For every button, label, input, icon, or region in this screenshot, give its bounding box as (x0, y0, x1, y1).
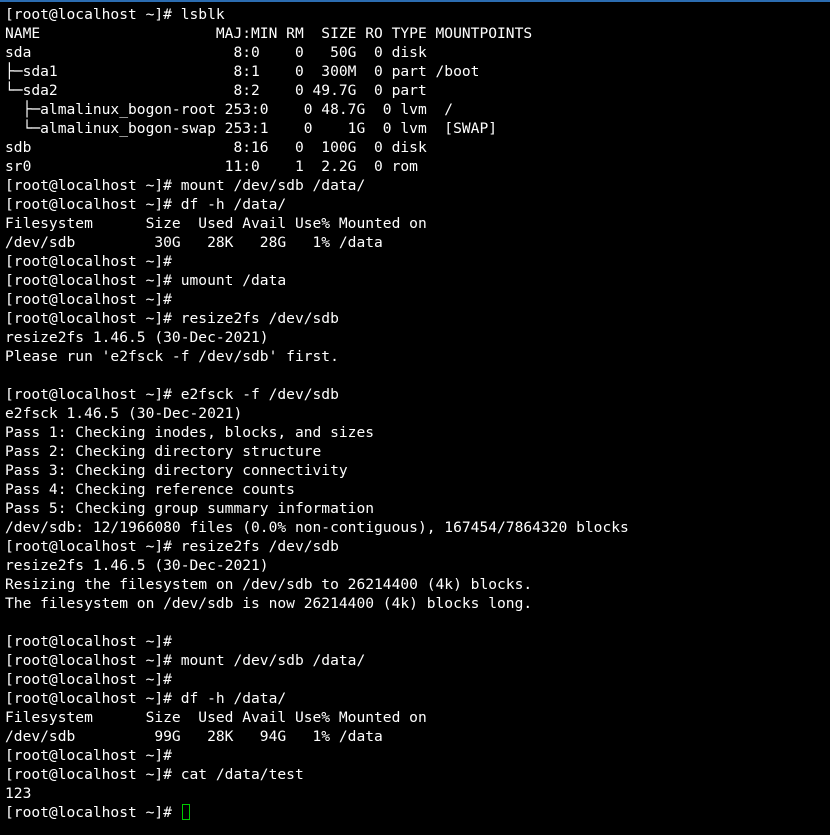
terminal-line: [root@localhost ~]# (5, 747, 172, 764)
terminal-line: Pass 1: Checking inodes, blocks, and siz… (5, 424, 375, 441)
terminal-line: e2fsck 1.46.5 (30-Dec-2021) (5, 405, 243, 422)
terminal-line: ├─sda1 8:1 0 300M 0 part /boot (5, 63, 480, 80)
terminal-line: └─sda2 8:2 0 49.7G 0 part (5, 82, 427, 99)
terminal-line: ├─almalinux_bogon-root 253:0 0 48.7G 0 l… (5, 101, 454, 118)
terminal-line: sdb 8:16 0 100G 0 disk (5, 139, 427, 156)
terminal-line: [root@localhost ~]# umount /data (5, 272, 287, 289)
terminal-line: The filesystem on /dev/sdb is now 262144… (5, 595, 533, 612)
terminal-line: resize2fs 1.46.5 (30-Dec-2021) (5, 329, 269, 346)
terminal-line: NAME MAJ:MIN RM SIZE RO TYPE MOUNTPOINTS (5, 25, 533, 42)
terminal-line: [root@localhost ~]# mount /dev/sdb /data… (5, 177, 366, 194)
terminal-line: Resizing the filesystem on /dev/sdb to 2… (5, 576, 533, 593)
terminal-line: resize2fs 1.46.5 (30-Dec-2021) (5, 557, 269, 574)
terminal-line: [root@localhost ~]# resize2fs /dev/sdb (5, 538, 339, 555)
terminal-line: Pass 5: Checking group summary informati… (5, 500, 375, 517)
terminal-line: [root@localhost ~]# mount /dev/sdb /data… (5, 652, 366, 669)
terminal-line: /dev/sdb 99G 28K 94G 1% /data (5, 728, 383, 745)
terminal-line: [root@localhost ~]# df -h /data/ (5, 196, 287, 213)
terminal-line: Filesystem Size Used Avail Use% Mounted … (5, 215, 427, 232)
window-top-border (0, 0, 830, 2)
terminal-line: sr0 11:0 1 2.2G 0 rom (5, 158, 418, 175)
terminal-line: [root@localhost ~]# cat /data/test (5, 766, 304, 783)
terminal-line: [root@localhost ~]# (5, 291, 172, 308)
prompt-line[interactable]: [root@localhost ~]# (5, 803, 830, 822)
terminal-line: /dev/sdb: 12/1966080 files (0.0% non-con… (5, 519, 629, 536)
terminal-line: Please run 'e2fsck -f /dev/sdb' first. (5, 348, 339, 365)
terminal-line: [root@localhost ~]# lsblk (5, 6, 225, 23)
terminal-line: 123 (5, 785, 32, 802)
terminal-line: [root@localhost ~]# e2fsck -f /dev/sdb (5, 386, 339, 403)
terminal-line: Pass 4: Checking reference counts (5, 481, 295, 498)
terminal-line: Filesystem Size Used Avail Use% Mounted … (5, 709, 427, 726)
terminal-line: └─almalinux_bogon-swap 253:1 0 1G 0 lvm … (5, 120, 498, 137)
text-cursor (181, 804, 190, 820)
terminal-line: [root@localhost ~]# df -h /data/ (5, 690, 287, 707)
terminal-line: [root@localhost ~]# (5, 671, 172, 688)
terminal-line: sda 8:0 0 50G 0 disk (5, 44, 427, 61)
terminal-line: /dev/sdb 30G 28K 28G 1% /data (5, 234, 383, 251)
terminal-line: [root@localhost ~]# resize2fs /dev/sdb (5, 310, 339, 327)
terminal-line: [root@localhost ~]# (5, 253, 172, 270)
terminal-line: Pass 3: Checking directory connectivity (5, 462, 348, 479)
terminal-window[interactable]: [root@localhost ~]# lsblk NAME MAJ:MIN R… (0, 0, 830, 835)
terminal-line: [root@localhost ~]# (5, 633, 172, 650)
terminal-output: [root@localhost ~]# lsblk NAME MAJ:MIN R… (5, 5, 830, 822)
prompt-text: [root@localhost ~]# (5, 804, 181, 821)
terminal-line: Pass 2: Checking directory structure (5, 443, 322, 460)
